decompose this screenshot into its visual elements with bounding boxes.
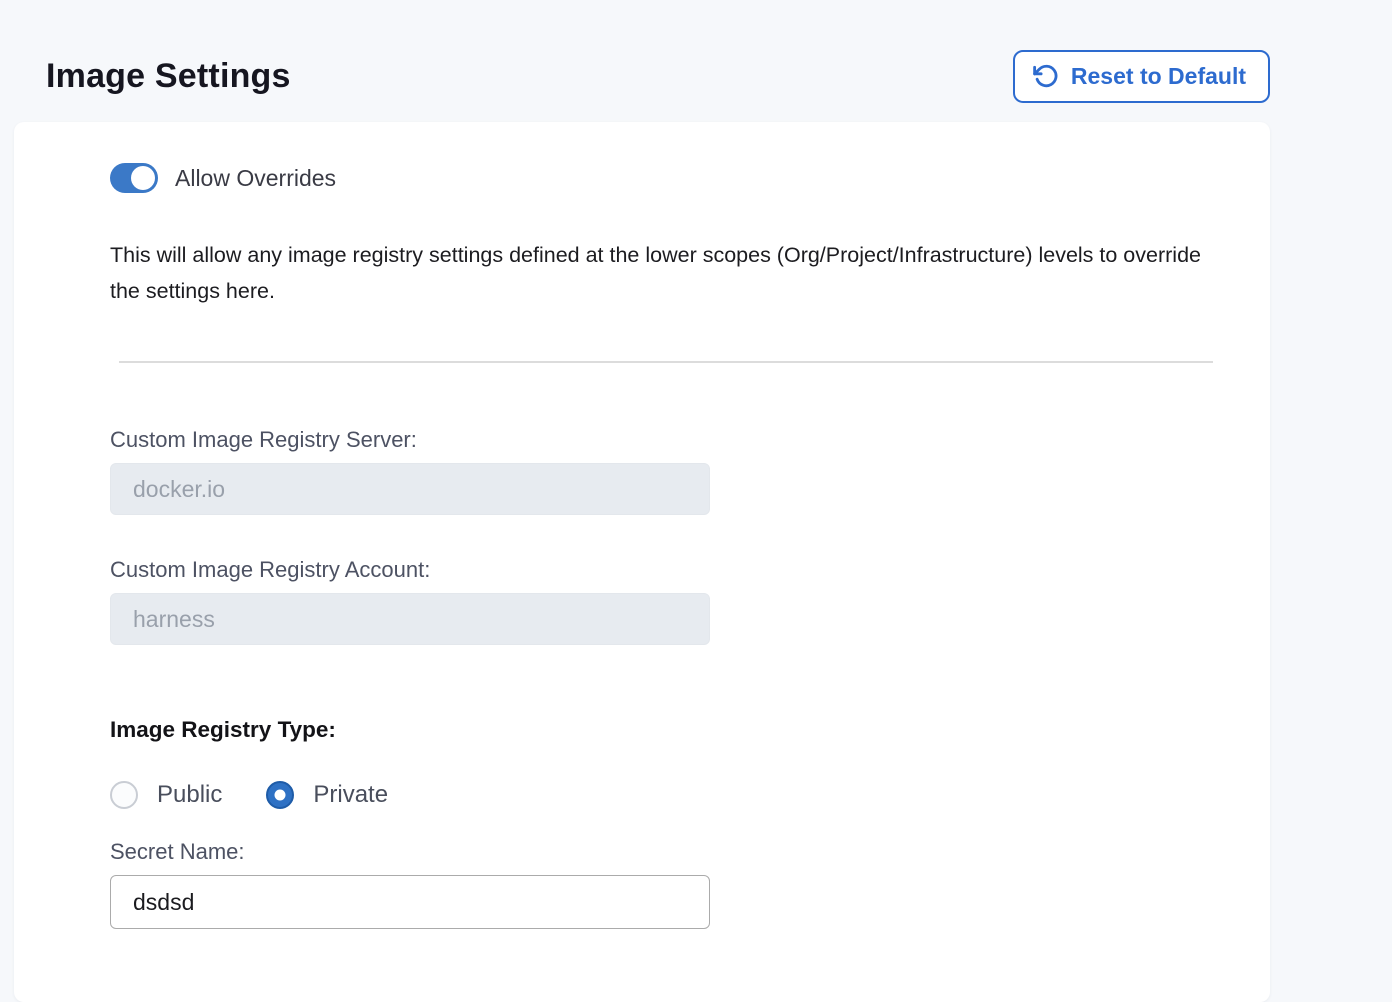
- allow-overrides-label: Allow Overrides: [175, 165, 336, 192]
- registry-account-label: Custom Image Registry Account:: [110, 557, 1270, 583]
- overrides-description: This will allow any image registry setti…: [110, 237, 1225, 309]
- reset-icon: [1033, 63, 1059, 89]
- allow-overrides-row: Allow Overrides: [110, 163, 1270, 193]
- toggle-knob-icon: [131, 166, 155, 190]
- registry-type-radio-group: Public Private: [110, 781, 1270, 809]
- radio-private-label: Private: [313, 781, 388, 809]
- secret-name-label: Secret Name:: [110, 839, 1270, 865]
- registry-account-field: Custom Image Registry Account:: [110, 557, 1270, 645]
- reset-to-default-button[interactable]: Reset to Default: [1013, 50, 1270, 103]
- image-settings-card: Allow Overrides This will allow any imag…: [14, 122, 1270, 1002]
- reset-button-label: Reset to Default: [1071, 63, 1246, 90]
- registry-server-field: Custom Image Registry Server:: [110, 427, 1270, 515]
- secret-name-input[interactable]: [110, 875, 710, 929]
- radio-public-label: Public: [157, 781, 222, 809]
- page-title: Image Settings: [46, 57, 291, 96]
- registry-server-label: Custom Image Registry Server:: [110, 427, 1270, 453]
- secret-name-field: Secret Name:: [110, 839, 1270, 929]
- allow-overrides-toggle[interactable]: [110, 163, 158, 193]
- section-divider: [119, 361, 1213, 363]
- radio-selected-icon[interactable]: [266, 781, 294, 809]
- registry-type-label: Image Registry Type:: [110, 717, 1270, 743]
- radio-unselected-icon[interactable]: [110, 781, 138, 809]
- registry-server-input: [110, 463, 710, 515]
- page-header: Image Settings Reset to Default: [0, 0, 1392, 122]
- registry-account-input: [110, 593, 710, 645]
- radio-option-private[interactable]: Private: [266, 781, 388, 809]
- radio-option-public[interactable]: Public: [110, 781, 222, 809]
